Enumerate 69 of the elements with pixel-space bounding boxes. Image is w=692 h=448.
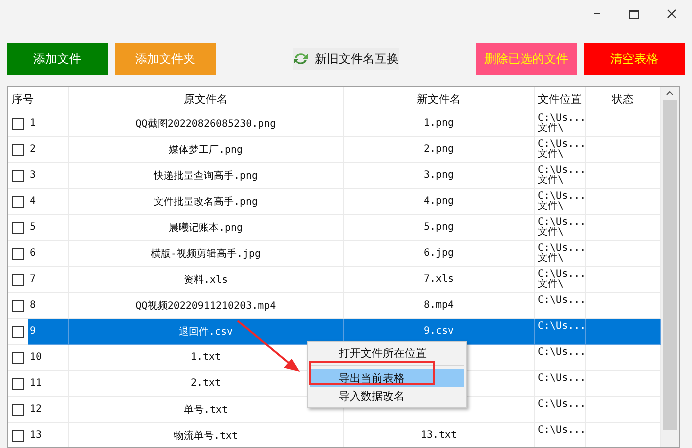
table-cell: 9.csv (344, 319, 535, 345)
row-checkbox[interactable] (12, 378, 24, 390)
row-checkbox[interactable] (12, 144, 24, 156)
column-header: 序号 (8, 87, 69, 111)
table-cell: 退回件.csv (69, 319, 344, 345)
table-cell: 5.png (344, 215, 535, 241)
index-cell[interactable]: 12 (28, 397, 69, 423)
table-cell: 13.txt (344, 423, 535, 447)
scrollbar-thumb[interactable] (663, 100, 677, 430)
table-cell: 快递批量查询高手.png (69, 163, 344, 189)
row-checkbox[interactable] (12, 274, 24, 286)
table-cell: 物流单号.txt (69, 423, 344, 447)
index-cell[interactable]: 2 (28, 137, 69, 163)
table-cell: 媒体梦工厂.png (69, 137, 344, 163)
minimize-icon[interactable] (593, 13, 601, 15)
table-cell: 资料.xls (69, 267, 344, 293)
row-checkbox[interactable] (12, 196, 24, 208)
row-checkbox[interactable] (12, 118, 24, 130)
column-header: 新文件名 (344, 87, 535, 111)
table-cell: C:\Us... 文件\ (535, 189, 586, 215)
table-cell: C:\Us... (535, 397, 586, 423)
index-cell[interactable]: 1 (28, 111, 69, 137)
index-cell[interactable]: 5 (28, 215, 69, 241)
table-cell: C:\Us... (535, 319, 586, 345)
table-cell: C:\Us... 文件\ (535, 111, 586, 137)
table-cell: QQ截图20220826085230.png (69, 111, 344, 137)
index-cell[interactable]: 11 (28, 371, 69, 397)
table-cell: 晨曦记账本.png (69, 215, 344, 241)
table-cell: 3.png (344, 163, 535, 189)
index-cell[interactable]: 9 (28, 319, 69, 345)
toolbar-button[interactable]: 添加文件 (7, 43, 108, 75)
table-cell: C:\Us... (535, 345, 586, 371)
scroll-up-icon[interactable] (666, 91, 674, 96)
table-cell: 文件批量改名高手.png (69, 189, 344, 215)
index-cell[interactable]: 10 (28, 345, 69, 371)
table-cell: C:\Us... 文件\ (535, 267, 586, 293)
table-cell: C:\Us... (535, 371, 586, 397)
index-cell[interactable]: 4 (28, 189, 69, 215)
index-cell[interactable]: 3 (28, 163, 69, 189)
row-checkbox[interactable] (12, 222, 24, 234)
table-cell: C:\Us... 文件\ (535, 163, 586, 189)
column-header: 原文件名 (69, 87, 344, 111)
row-checkbox[interactable] (12, 248, 24, 260)
table-cell: 7.xls (344, 267, 535, 293)
table-cell: 6.jpg (344, 241, 535, 267)
arrow (237, 320, 300, 372)
row-checkbox[interactable] (12, 430, 24, 442)
table-cell: C:\Us... 文件\ (535, 215, 586, 241)
row-checkbox[interactable] (12, 170, 24, 182)
table-cell: 横版-视频剪辑高手.jpg (69, 241, 344, 267)
toolbar-button[interactable]: 清空表格 (584, 43, 685, 75)
swap-icon (293, 52, 309, 66)
row-checkbox[interactable] (12, 404, 24, 416)
table-cell: C:\Us... 文件\ (535, 241, 586, 267)
close-icon[interactable] (667, 9, 677, 19)
table-cell: 2.png (344, 137, 535, 163)
index-cell[interactable]: 7 (28, 267, 69, 293)
table-cell: C:\Us... 文件\ (535, 137, 586, 163)
row-checkbox[interactable] (12, 352, 24, 364)
row-checkbox[interactable] (12, 300, 24, 312)
table-cell: 4.png (344, 189, 535, 215)
swap-button[interactable]: 新旧文件名互换 (293, 48, 399, 70)
row-checkbox[interactable] (12, 326, 24, 338)
table-cell: 1.png (344, 111, 535, 137)
index-cell[interactable]: 6 (28, 241, 69, 267)
table-cell: C:\Us... (535, 423, 586, 447)
column-header: 文件位置 (535, 87, 586, 111)
maximize-icon[interactable] (629, 10, 639, 18)
index-cell[interactable]: 13 (28, 423, 69, 447)
